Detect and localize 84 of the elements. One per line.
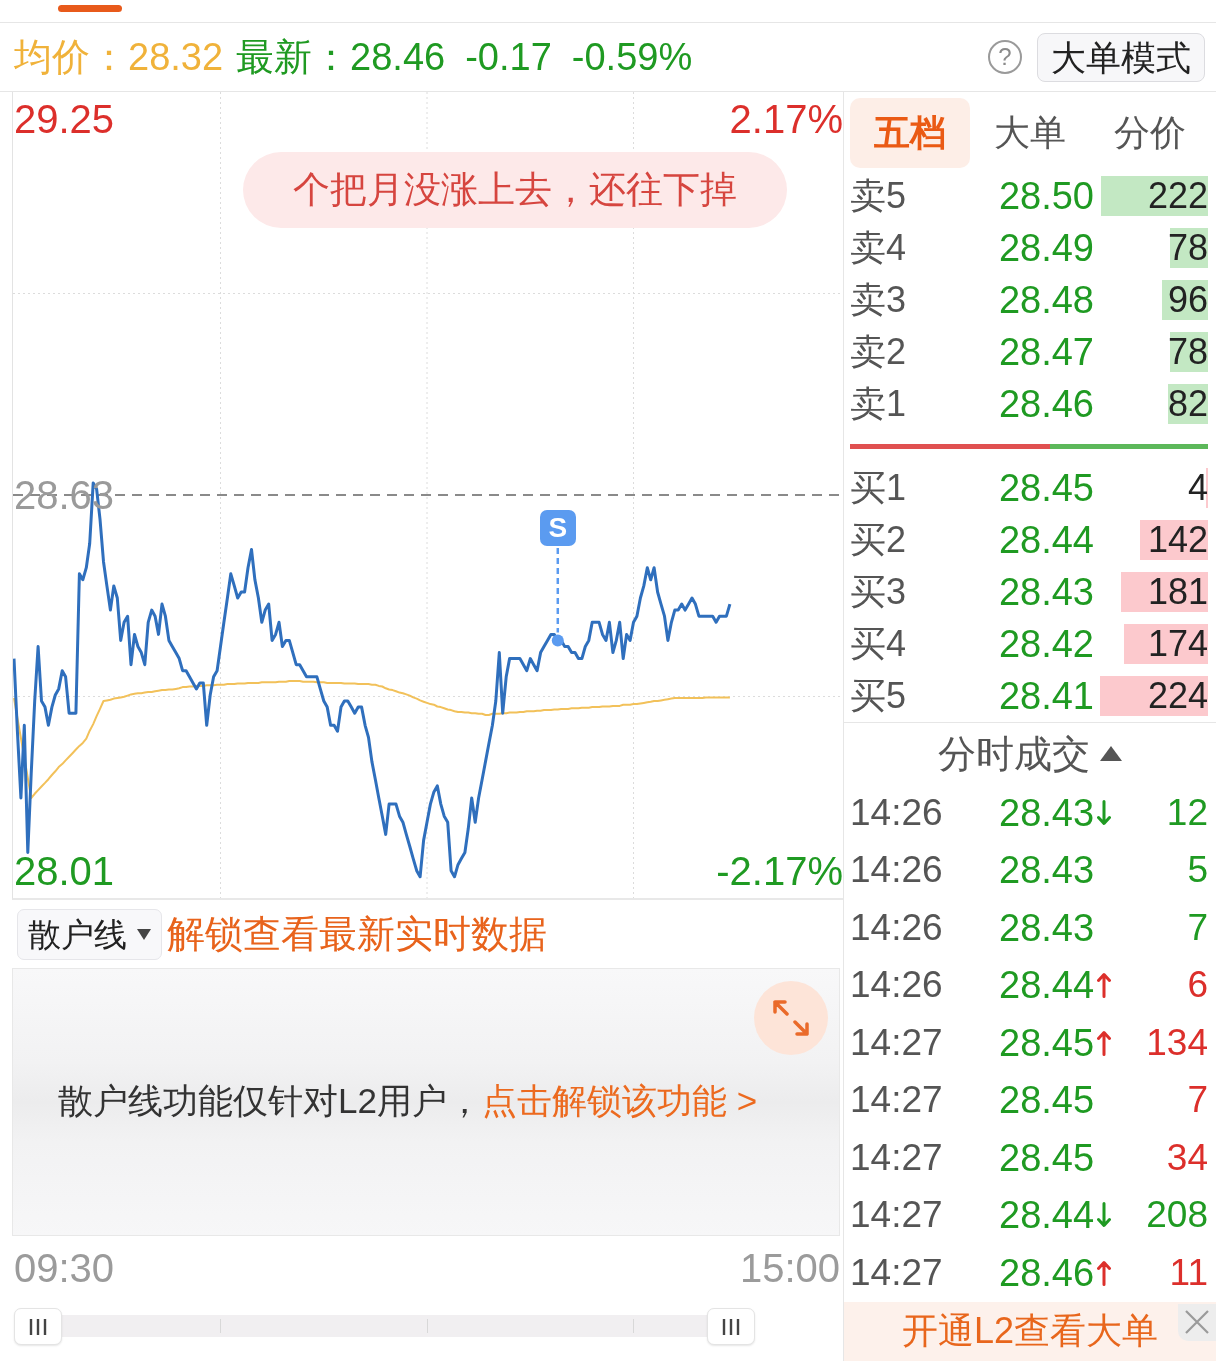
order-price: 28.48 <box>998 278 1094 321</box>
trade-time: 14:26 <box>850 849 943 891</box>
order-level-label: 买5 <box>850 674 907 716</box>
grip-icon <box>721 1317 741 1336</box>
grip-icon <box>28 1317 48 1336</box>
tab[interactable]: 五档 <box>850 98 970 168</box>
indicator-dropdown[interactable]: 散户线 <box>17 908 162 960</box>
trade-volume: 12 <box>1166 791 1208 833</box>
trade-price: 28.45 <box>999 1138 1095 1177</box>
order-price: 28.46 <box>998 382 1094 425</box>
close-button[interactable] <box>1178 1303 1216 1341</box>
range-slider[interactable] <box>14 1308 755 1345</box>
order-price: 28.45 <box>998 466 1094 509</box>
order-price: 28.49 <box>998 226 1094 269</box>
trade-price: 28.45 <box>999 1081 1095 1120</box>
triangle-up-icon <box>1100 746 1122 761</box>
percent-change-text: -0.59% <box>571 38 693 76</box>
signal-badge[interactable]: S <box>539 510 576 546</box>
trade-price: 28.44 <box>999 966 1095 1005</box>
comment-bubble: 个把月没涨上去，还往下掉 <box>243 152 787 228</box>
price-axis-label: 28.01 <box>14 850 115 891</box>
average-price-text: 均价：28.32 <box>14 38 224 76</box>
trades-header[interactable]: 分时成交 <box>938 734 1122 773</box>
order-price: 28.47 <box>998 330 1094 373</box>
upgrade-link[interactable]: 开通L2查看大单 <box>901 1313 1158 1350</box>
tab-indicator <box>58 5 122 12</box>
trade-volume: 7 <box>1187 1079 1208 1121</box>
order-level-label: 卖4 <box>850 226 907 268</box>
trade-volume: 11 <box>1169 1251 1208 1293</box>
order-level-label: 卖2 <box>850 330 907 372</box>
tab[interactable]: 分价 <box>1090 98 1210 168</box>
trade-time: 14:26 <box>850 964 943 1006</box>
price-change-text: -0.17 <box>465 38 552 76</box>
order-price: 28.42 <box>998 622 1094 665</box>
trade-time: 14:27 <box>850 1021 943 1063</box>
order-price: 28.44 <box>998 518 1094 561</box>
trade-price: 28.43 <box>999 908 1095 947</box>
order-price: 28.43 <box>998 570 1094 613</box>
order-level-label: 买1 <box>850 466 907 508</box>
trade-time: 14:27 <box>850 1194 943 1236</box>
trade-volume: 208 <box>1146 1194 1208 1236</box>
tab[interactable]: 大单 <box>970 98 1090 168</box>
close-icon <box>1184 1309 1210 1335</box>
order-volume: 222 <box>1100 176 1208 216</box>
order-level-label: 买4 <box>850 622 907 664</box>
trade-time: 14:27 <box>850 1251 943 1293</box>
order-level-label: 卖5 <box>850 174 907 216</box>
help-button[interactable]: ? <box>988 40 1022 74</box>
time-axis-label: 09:30 <box>14 1248 115 1288</box>
trade-volume: 6 <box>1187 964 1208 1006</box>
trade-price: 28.46 <box>999 1253 1095 1292</box>
price-axis-label: 29.25 <box>14 99 115 140</box>
trade-price: 28.44 <box>999 1196 1095 1235</box>
order-price: 28.50 <box>998 174 1094 217</box>
unlock-link[interactable]: 解锁查看最新实时数据 <box>167 915 547 953</box>
trade-volume: 34 <box>1166 1136 1208 1178</box>
trade-price: 28.45 <box>999 1023 1095 1062</box>
trade-time: 14:27 <box>850 1079 943 1121</box>
percent-axis-label: -2.17% <box>716 850 843 891</box>
latest-price-text: 最新：28.46 <box>236 38 446 76</box>
trade-time: 14:27 <box>850 1136 943 1178</box>
trade-price: 28.43 <box>999 851 1095 890</box>
locked-feature-message: 散户线功能仅针对L2用户，点击解锁该功能 > <box>58 1082 759 1121</box>
order-level-label: 买2 <box>850 518 907 560</box>
percent-axis-label: 2.17% <box>729 99 843 140</box>
order-level-label: 卖1 <box>850 382 907 424</box>
trade-volume: 5 <box>1187 849 1208 891</box>
slider-handle[interactable] <box>707 1308 755 1345</box>
unlock-feature-link[interactable]: 点击解锁该功能 > <box>481 1081 758 1120</box>
expand-icon <box>772 999 810 1037</box>
time-axis-label: 15:00 <box>739 1248 840 1288</box>
slider-handle[interactable] <box>14 1308 62 1345</box>
trade-time: 14:26 <box>850 791 943 833</box>
order-price: 28.41 <box>998 674 1094 717</box>
trade-volume: 7 <box>1187 906 1208 948</box>
order-level-label: 买3 <box>850 570 907 612</box>
caret-down-icon <box>137 928 151 940</box>
trade-price: 28.43 <box>999 793 1095 832</box>
trade-time: 14:26 <box>850 906 943 948</box>
order-volume: 224 <box>1100 676 1208 716</box>
order-level-label: 卖3 <box>850 278 907 320</box>
mode-button[interactable]: 大单模式 <box>1037 32 1205 82</box>
signal-point <box>551 634 564 647</box>
trade-volume: 134 <box>1146 1021 1208 1063</box>
